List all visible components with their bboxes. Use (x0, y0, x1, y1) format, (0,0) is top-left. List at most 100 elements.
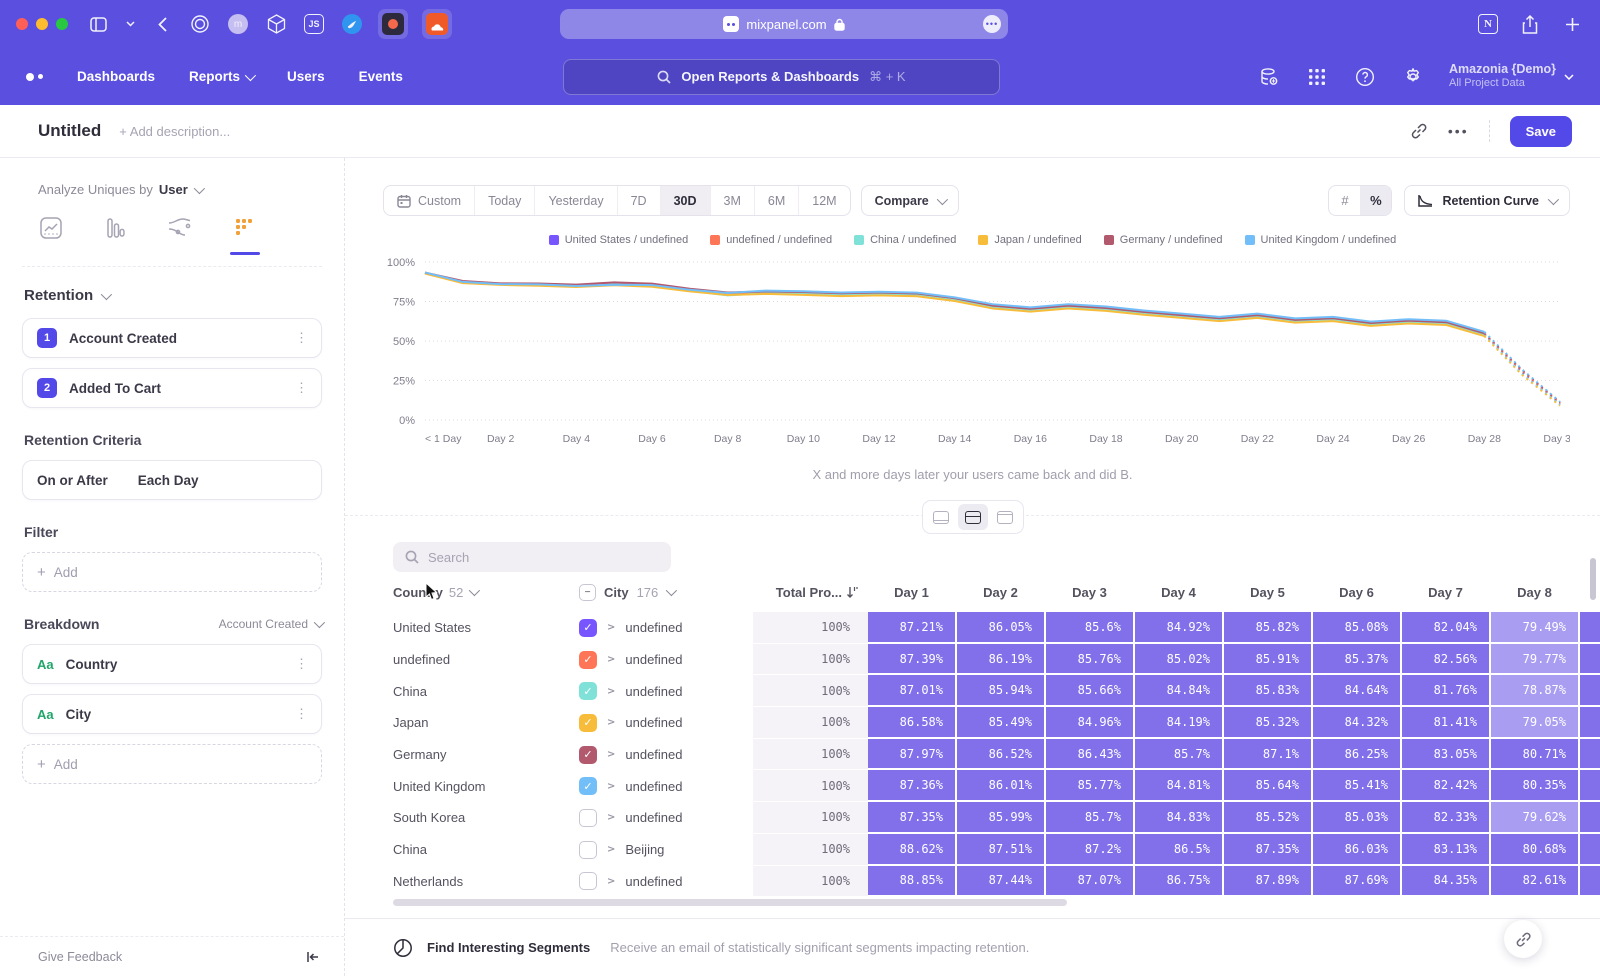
retention-cell[interactable]: 86.03% (1313, 834, 1400, 864)
apps-grid-icon[interactable] (1305, 65, 1329, 89)
retention-cell[interactable]: 87.1% (1224, 739, 1311, 769)
expand-chevron-icon[interactable]: > (607, 654, 615, 665)
column-country[interactable]: Country 52 (393, 585, 579, 600)
retention-cell[interactable]: 87.01% (868, 675, 955, 705)
criteria-on-or-after[interactable]: On or After (37, 473, 108, 488)
legend-item[interactable]: undefined / undefined (710, 234, 832, 246)
expand-chevron-icon[interactable]: > (607, 844, 615, 855)
select-all-checkbox[interactable]: − (579, 584, 596, 601)
expand-chevron-icon[interactable]: > (607, 781, 615, 792)
retention-cell[interactable]: 87.39% (868, 644, 955, 674)
retention-cell[interactable]: 87.07% (1046, 866, 1133, 896)
settings-gear-icon[interactable] (1401, 65, 1425, 89)
range-3m[interactable]: 3M (710, 186, 754, 215)
retention-cell[interactable]: 84.83% (1135, 802, 1222, 832)
retention-cell[interactable]: 87.35% (1224, 834, 1311, 864)
retention-cell[interactable]: 81.41% (1402, 707, 1489, 737)
layout-chart-only-button[interactable] (926, 504, 956, 530)
retention-cell[interactable]: 87.21% (868, 612, 955, 642)
retention-cell[interactable]: 84.35% (1402, 866, 1489, 896)
range-12m[interactable]: 12M (798, 186, 849, 215)
tab-funnels[interactable] (104, 217, 126, 254)
horizontal-scrollbar[interactable] (393, 899, 1067, 906)
row-checkbox[interactable] (579, 841, 597, 859)
retention-cell[interactable]: 84.64% (1313, 675, 1400, 705)
legend-item[interactable]: Japan / undefined (978, 234, 1081, 246)
breakdown-property-label[interactable]: City (66, 707, 92, 722)
retention-cell[interactable]: 85.77% (1046, 770, 1133, 800)
column-day-8[interactable]: Day 8 (1491, 585, 1578, 600)
retention-cell[interactable]: 85.64% (1224, 770, 1311, 800)
nav-item-reports[interactable]: Reports (189, 69, 253, 84)
retention-cell[interactable]: 81.76% (1402, 675, 1489, 705)
target-favicon[interactable] (188, 12, 212, 36)
project-switcher[interactable]: Amazonia {Demo} All Project Data (1449, 62, 1574, 91)
retention-cell[interactable]: 85.52% (1224, 802, 1311, 832)
copy-link-icon[interactable] (1410, 122, 1428, 140)
breakdown-scope-dropdown[interactable]: Account Created (219, 617, 322, 631)
row-checkbox[interactable]: ✓ (579, 714, 597, 732)
vertical-scrollbar[interactable] (1590, 558, 1596, 600)
notion-icon[interactable]: N (1476, 12, 1500, 36)
expand-chevron-icon[interactable]: > (607, 686, 615, 697)
mixpanel-logo[interactable] (26, 73, 43, 81)
app-tile-dark-icon[interactable] (378, 9, 408, 39)
expand-chevron-icon[interactable]: > (607, 622, 615, 633)
row-checkbox[interactable]: ✓ (579, 777, 597, 795)
analyze-uniques-row[interactable]: Analyze Uniques by User (22, 182, 322, 197)
minimize-window-button[interactable] (36, 18, 48, 30)
retention-cell[interactable]: 84.19% (1135, 707, 1222, 737)
site-options-icon[interactable]: ••• (983, 15, 1001, 33)
retention-cell[interactable]: 86.05% (957, 612, 1044, 642)
range-custom[interactable]: Custom (384, 186, 474, 215)
nav-item-dashboards[interactable]: Dashboards (77, 69, 155, 84)
new-tab-icon[interactable] (1560, 12, 1584, 36)
window-controls[interactable] (16, 18, 68, 30)
row-checkbox[interactable] (579, 872, 597, 890)
step-event-label[interactable]: Added To Cart (69, 381, 161, 396)
range-7d[interactable]: 7D (617, 186, 660, 215)
retention-cell[interactable]: 78.87% (1491, 675, 1578, 705)
collapse-sidebar-icon[interactable] (306, 951, 320, 963)
globe-favicon[interactable] (340, 12, 364, 36)
kebab-menu-icon[interactable]: ⋮ (295, 662, 307, 666)
layout-table-only-button[interactable] (990, 504, 1020, 530)
legend-item[interactable]: United States / undefined (549, 234, 689, 246)
share-icon[interactable] (1518, 12, 1542, 36)
breakdown-card-city[interactable]: Aa City ⋮ (22, 694, 322, 734)
chart-type-button[interactable]: Retention Curve (1404, 185, 1570, 216)
column-day-7[interactable]: Day 7 (1402, 585, 1489, 600)
retention-cell[interactable]: 85.6% (1046, 612, 1133, 642)
retention-cell[interactable]: 84.84% (1135, 675, 1222, 705)
retention-cell[interactable]: 88.85% (868, 866, 955, 896)
breakdown-card-country[interactable]: Aa Country ⋮ (22, 644, 322, 684)
retention-cell[interactable]: 87.69% (1313, 866, 1400, 896)
retention-cell[interactable]: 84.96% (1046, 707, 1133, 737)
tab-flows[interactable] (168, 217, 192, 254)
retention-cell[interactable]: 82.61% (1491, 866, 1578, 896)
retention-cell[interactable]: 86.01% (957, 770, 1044, 800)
retention-cell[interactable]: 79.05% (1491, 707, 1578, 737)
tab-insights[interactable] (40, 217, 62, 254)
retention-cell[interactable]: 82.42% (1402, 770, 1489, 800)
column-city[interactable]: − City 176 (579, 584, 753, 601)
row-checkbox[interactable] (579, 809, 597, 827)
step-card-2[interactable]: 2 Added To Cart ⋮ (22, 368, 322, 408)
retention-cell[interactable]: 85.82% (1224, 612, 1311, 642)
row-checkbox[interactable]: ✓ (579, 746, 597, 764)
tab-retention[interactable] (234, 217, 256, 254)
step-card-1[interactable]: 1 Account Created ⋮ (22, 318, 322, 358)
row-checkbox[interactable]: ✓ (579, 682, 597, 700)
add-description[interactable]: + Add description... (119, 124, 230, 139)
legend-item[interactable]: United Kingdom / undefined (1245, 234, 1397, 246)
breakdown-property-label[interactable]: Country (66, 657, 118, 672)
retention-cell[interactable]: 85.83% (1224, 675, 1311, 705)
column-day-3[interactable]: Day 3 (1046, 585, 1133, 600)
expand-chevron-icon[interactable]: > (607, 749, 615, 760)
retention-cell[interactable]: 86.75% (1135, 866, 1222, 896)
retention-cell[interactable]: 85.37% (1313, 644, 1400, 674)
address-bar[interactable]: mixpanel.com ••• (560, 9, 1008, 39)
filter-add-button[interactable]: + Add (22, 552, 322, 592)
analyze-value-dropdown[interactable]: User (159, 182, 188, 197)
retention-cell[interactable]: 79.77% (1491, 644, 1578, 674)
